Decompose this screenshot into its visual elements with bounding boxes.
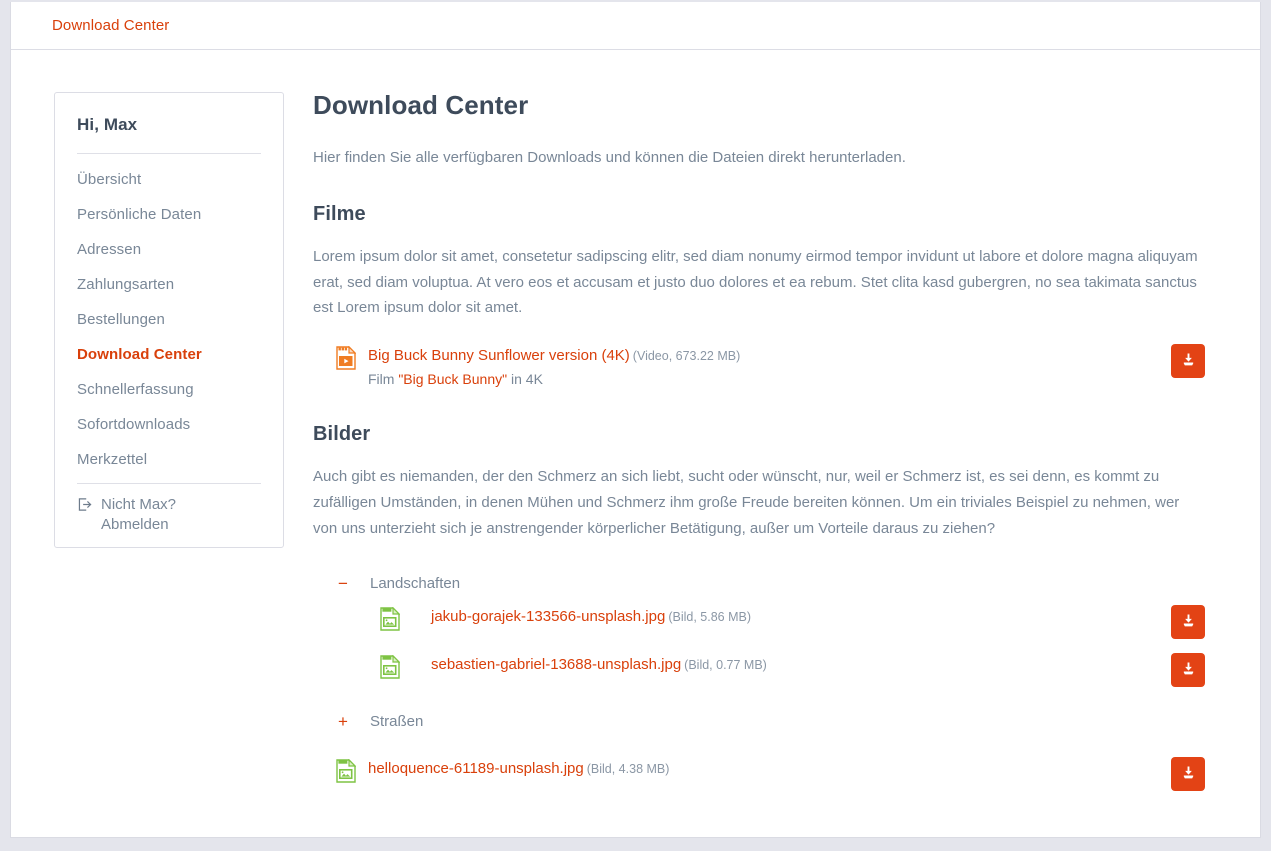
sidebar-nav: Übersicht Persönliche Daten Adressen Zah…: [55, 154, 283, 483]
jpg-file-icon: [380, 654, 401, 684]
download-file-link[interactable]: Big Buck Bunny Sunflower version (4K): [368, 347, 630, 364]
download-title-line: helloquence-61189-unsplash.jpg (Bild, 4.3…: [368, 757, 1161, 780]
folder-expand-toggle[interactable]: +: [336, 713, 350, 730]
main-content: Download Center Hier finden Sie alle ver…: [284, 90, 1260, 804]
download-title-line: Big Buck Bunny Sunflower version (4K) (Vi…: [368, 344, 1161, 367]
download-description-quoted: "Big Buck Bunny": [398, 371, 508, 388]
download-button[interactable]: [1171, 604, 1205, 639]
download-button[interactable]: [1171, 344, 1205, 379]
folder-collapse-toggle[interactable]: −: [336, 575, 350, 592]
sidebar-item-uebersicht[interactable]: Übersicht: [55, 162, 283, 197]
sidebar-item-zahlungsarten[interactable]: Zahlungsarten: [55, 267, 283, 302]
sign-out-icon: [77, 497, 92, 512]
sidebar-item-merkzettel[interactable]: Merkzettel: [55, 442, 283, 477]
sidebar-item-persoenliche-daten[interactable]: Persönliche Daten: [55, 197, 283, 232]
sidebar-item-schnellerfassung[interactable]: Schnellerfassung: [55, 372, 283, 407]
section-title-bilder: Bilder: [313, 423, 371, 446]
download-meta: Big Buck Bunny Sunflower version (4K) (Vi…: [356, 343, 1161, 387]
download-row: jakub-gorajek-133566-unsplash.jpg (Bild, …: [313, 604, 1205, 650]
download-file-link[interactable]: helloquence-61189-unsplash.jpg: [368, 760, 584, 777]
download-icon: [1181, 661, 1196, 679]
download-button[interactable]: [1171, 756, 1205, 791]
sidebar-item-bestellungen[interactable]: Bestellungen: [55, 302, 283, 337]
download-icon: [1181, 613, 1196, 631]
download-file-info: (Bild, 5.86 MB): [668, 609, 751, 624]
download-file-info: (Bild, 0.77 MB): [684, 657, 767, 672]
section-text-filme: Lorem ipsum dolor sit amet, consetetur s…: [313, 247, 1198, 317]
page-shell: Download Center Hi, Max Übersicht Persön…: [10, 2, 1261, 838]
folder-children-landschaften: jakub-gorajek-133566-unsplash.jpg (Bild, …: [313, 604, 1205, 698]
download-description-pre: Film: [368, 371, 399, 388]
sidebar-greeting: Hi, Max: [77, 115, 138, 134]
jpg-file-icon: [380, 606, 401, 636]
download-icon: [1181, 765, 1196, 783]
sidebar-item-download-center[interactable]: Download Center: [55, 337, 283, 372]
download-description-post: in 4K: [507, 371, 543, 388]
download-title-line: jakub-gorajek-133566-unsplash.jpg (Bild, …: [431, 605, 1161, 628]
folder-label[interactable]: Landschaften: [370, 575, 460, 592]
logout-link[interactable]: Abmelden: [77, 516, 261, 533]
section-title-filme: Filme: [313, 202, 366, 225]
download-file-link[interactable]: sebastien-gabriel-13688-unsplash.jpg: [431, 656, 681, 673]
account-sidebar: Hi, Max Übersicht Persönliche Daten Adre…: [54, 92, 284, 548]
section-text-bilder: Auch gibt es niemanden, der den Schmerz …: [313, 468, 1180, 537]
folder-row-landschaften: − Landschaften: [313, 564, 1205, 604]
download-row: Big Buck Bunny Sunflower version (4K) (Vi…: [313, 343, 1205, 389]
download-icon: [1181, 352, 1196, 370]
download-row: helloquence-61189-unsplash.jpg (Bild, 4.3…: [313, 756, 1205, 802]
jpg-file-icon: [336, 758, 357, 788]
video-file-icon: [336, 345, 357, 375]
sidebar-item-adressen[interactable]: Adressen: [55, 232, 283, 267]
logout-block: Nicht Max? Abmelden: [55, 484, 283, 533]
download-row: sebastien-gabriel-13688-unsplash.jpg (Bil…: [313, 652, 1205, 698]
download-meta: sebastien-gabriel-13688-unsplash.jpg (Bil…: [400, 652, 1161, 676]
sidebar-item-sofortdownloads[interactable]: Sofortdownloads: [55, 407, 283, 442]
download-meta: helloquence-61189-unsplash.jpg (Bild, 4.3…: [356, 756, 1161, 780]
download-meta: jakub-gorajek-133566-unsplash.jpg (Bild, …: [400, 604, 1161, 628]
folder-label[interactable]: Straßen: [370, 713, 423, 730]
download-button[interactable]: [1171, 652, 1205, 687]
folder-row-strassen: + Straßen: [313, 702, 1205, 742]
topbar: Download Center: [11, 2, 1260, 50]
download-title-line: sebastien-gabriel-13688-unsplash.jpg (Bil…: [431, 653, 1161, 676]
page-body: Hi, Max Übersicht Persönliche Daten Adre…: [11, 50, 1260, 804]
download-file-link[interactable]: jakub-gorajek-133566-unsplash.jpg: [431, 608, 665, 625]
logout-question-label: Nicht Max?: [101, 496, 177, 513]
page-intro-text: Hier finden Sie alle verfügbaren Downloa…: [313, 149, 906, 166]
breadcrumb-download-center[interactable]: Download Center: [52, 17, 169, 34]
download-file-info: (Video, 673.22 MB): [632, 349, 741, 364]
logout-question-row[interactable]: Nicht Max?: [77, 496, 261, 513]
page-title: Download Center: [313, 90, 529, 120]
download-file-info: (Bild, 4.38 MB): [586, 761, 670, 776]
download-description: Film "Big Buck Bunny" in 4K: [368, 371, 1161, 387]
